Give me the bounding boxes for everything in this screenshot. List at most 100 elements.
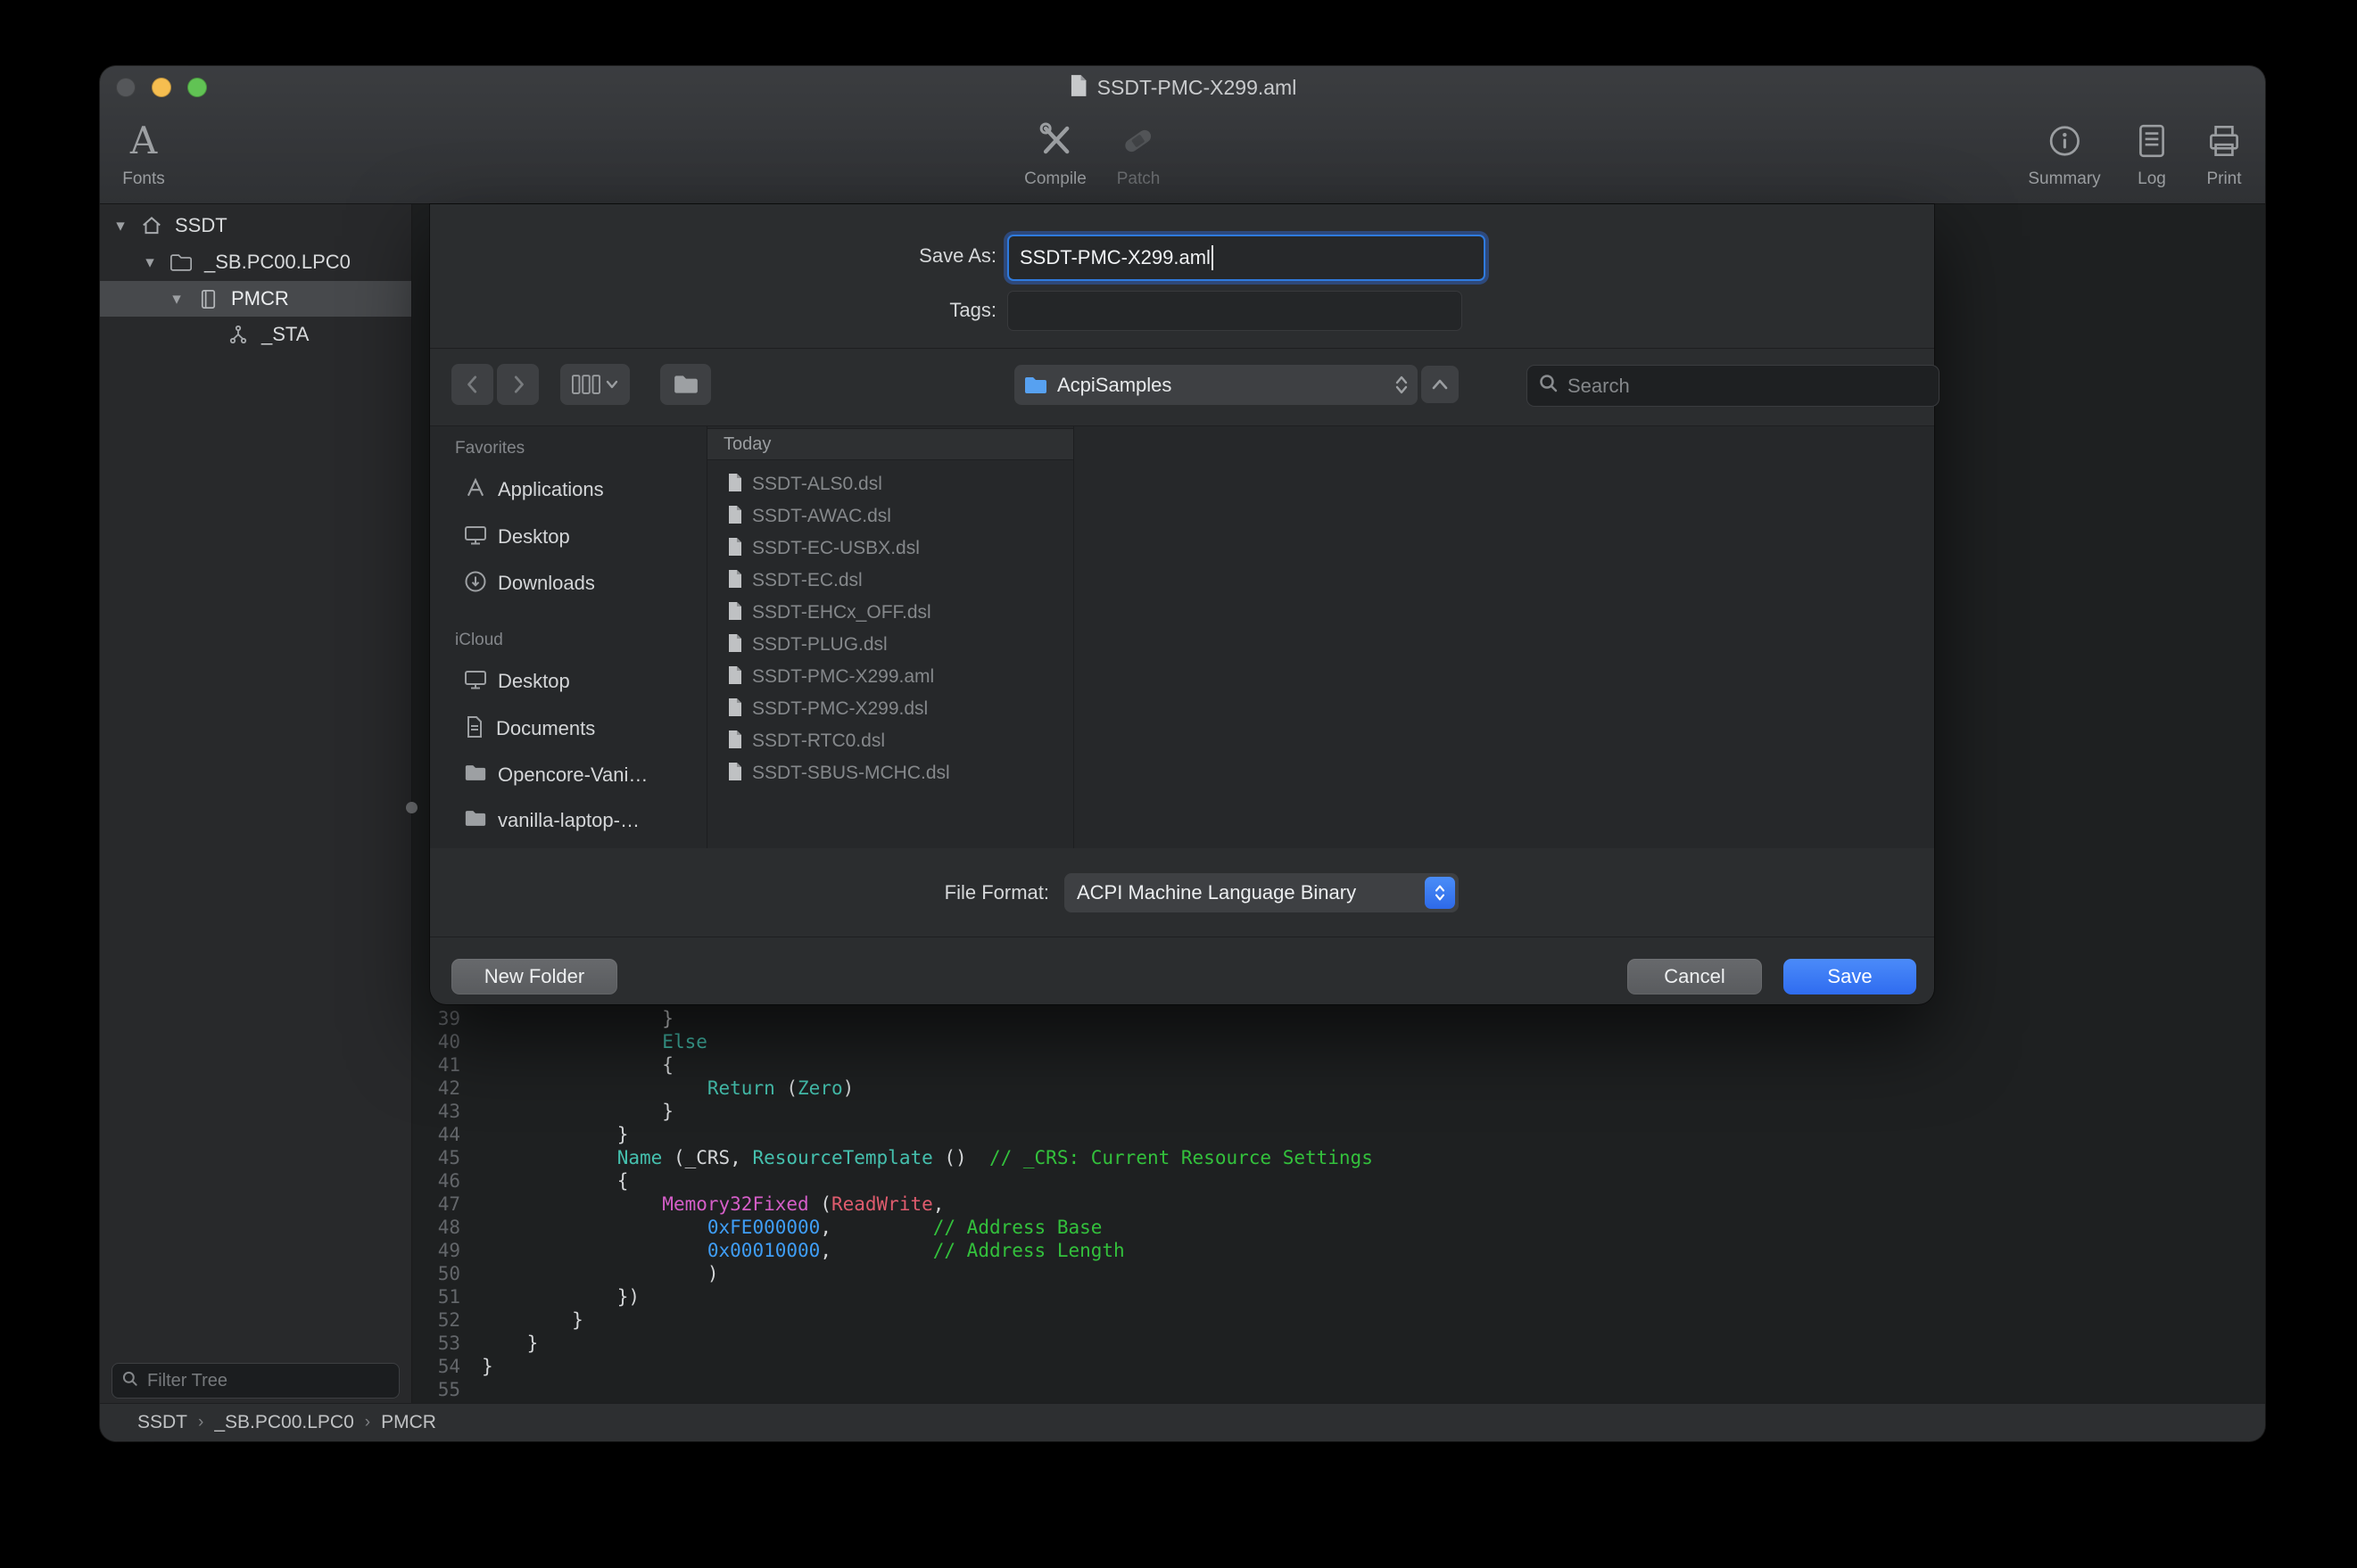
- sidebar-item-label: Downloads: [498, 572, 595, 595]
- file-row[interactable]: SSDT-EC.dsl: [707, 565, 1073, 597]
- line-number: 41: [412, 1053, 469, 1077]
- save-as-label: Save As:: [430, 235, 997, 277]
- file-row[interactable]: SSDT-RTC0.dsl: [707, 725, 1073, 757]
- file-icon: [727, 730, 743, 754]
- up-directory-button[interactable]: [1421, 366, 1459, 403]
- close-button[interactable]: [116, 78, 136, 97]
- compile-button[interactable]: Compile: [1024, 114, 1087, 189]
- file-icon: [727, 505, 743, 529]
- tags-input[interactable]: [1007, 291, 1462, 331]
- sidebar-item-applications[interactable]: Applications: [442, 470, 698, 509]
- sidebar-item-downloads[interactable]: Downloads: [442, 564, 698, 603]
- disclosure-triangle-icon[interactable]: ▾: [142, 252, 158, 273]
- splitter-handle[interactable]: [406, 802, 418, 813]
- file-row[interactable]: SSDT-PMC-X299.dsl: [707, 693, 1073, 725]
- view-mode-button[interactable]: [560, 364, 630, 405]
- line-number: 48: [412, 1216, 469, 1239]
- sidebar-item-vanilla-laptop[interactable]: vanilla-laptop-…: [442, 801, 698, 840]
- print-button[interactable]: Print: [2204, 114, 2245, 189]
- new-folder-toolbar-button[interactable]: [660, 364, 711, 405]
- chevron-down-icon: [606, 380, 618, 389]
- log-button[interactable]: Log: [2134, 114, 2170, 189]
- navigator-sidebar: ▾ SSDT ▾ _SB.PC00.LPC0 ▾ PMCR: [100, 204, 412, 1404]
- breadcrumb-item[interactable]: SSDT: [137, 1412, 187, 1433]
- file-format-popup[interactable]: ACPI Machine Language Binary: [1064, 873, 1459, 912]
- summary-button[interactable]: Summary: [2028, 114, 2100, 189]
- icloud-section-title: iCloud: [455, 631, 503, 650]
- sidebar-item-icloud-desktop[interactable]: Desktop: [442, 662, 698, 701]
- save-as-input[interactable]: SSDT-PMC-X299.aml: [1007, 235, 1485, 281]
- back-button[interactable]: [451, 364, 493, 405]
- line-number: 47: [412, 1193, 469, 1216]
- line-number: 45: [412, 1146, 469, 1169]
- minimize-button[interactable]: [152, 78, 171, 97]
- tree-item-ssdt[interactable]: ▾ SSDT: [100, 208, 411, 243]
- popup-chevrons-icon: [1425, 877, 1455, 909]
- file-group-header: Today: [707, 428, 1073, 460]
- titlebar[interactable]: SSDT-PMC-X299.aml A Fonts Compile: [100, 66, 2265, 204]
- tree-item-pmcr[interactable]: ▾ PMCR: [100, 281, 411, 317]
- sidebar-item-label: Opencore-Vani…: [498, 763, 648, 787]
- sidebar-item-label: Desktop: [498, 670, 570, 693]
- save-button[interactable]: Save: [1783, 959, 1916, 994]
- file-row[interactable]: SSDT-PLUG.dsl: [707, 629, 1073, 661]
- cancel-button[interactable]: Cancel: [1627, 959, 1762, 994]
- maciasl-window: SSDT-PMC-X299.aml A Fonts Compile: [100, 66, 2265, 1441]
- code-line: 53 }: [412, 1332, 2265, 1355]
- fonts-label: Fonts: [122, 169, 165, 189]
- file-name: SSDT-ALS0.dsl: [752, 474, 882, 495]
- breadcrumb-item[interactable]: PMCR: [381, 1412, 436, 1433]
- filter-placeholder: Filter Tree: [147, 1371, 227, 1391]
- file-icon: [727, 537, 743, 561]
- print-label: Print: [2206, 169, 2241, 189]
- sidebar-item-desktop[interactable]: Desktop: [442, 517, 698, 557]
- status-bar: SSDT › _SB.PC00.LPC0 › PMCR: [100, 1403, 2265, 1441]
- new-folder-button[interactable]: New Folder: [451, 959, 617, 994]
- breadcrumb-item[interactable]: _SB.PC00.LPC0: [214, 1412, 353, 1433]
- file-row[interactable]: SSDT-EC-USBX.dsl: [707, 532, 1073, 565]
- search-input[interactable]: Search: [1526, 365, 1939, 407]
- sidebar-item-documents[interactable]: Documents: [442, 709, 698, 748]
- chevron-left-icon: [464, 373, 482, 396]
- file-row[interactable]: SSDT-PMC-X299.aml: [707, 661, 1073, 693]
- sidebar-item-opencore-vanilla[interactable]: Opencore-Vani…: [442, 755, 698, 795]
- places-sidebar: Favorites Applications Desktop: [430, 426, 707, 848]
- file-name: SSDT-EC-USBX.dsl: [752, 538, 920, 559]
- file-browser: Favorites Applications Desktop: [430, 426, 1934, 848]
- file-row[interactable]: SSDT-SBUS-MCHC.dsl: [707, 757, 1073, 789]
- chevron-right-icon: [509, 373, 527, 396]
- file-row[interactable]: SSDT-AWAC.dsl: [707, 500, 1073, 532]
- file-format-label: File Format:: [430, 873, 1049, 912]
- device-icon: [195, 288, 220, 310]
- file-row[interactable]: SSDT-EHCx_OFF.dsl: [707, 597, 1073, 629]
- line-number: 52: [412, 1308, 469, 1332]
- location-popup[interactable]: AcpiSamples: [1014, 365, 1418, 405]
- forward-button[interactable]: [497, 364, 539, 405]
- desktop-icon: [464, 669, 487, 695]
- save-button-label: Save: [1827, 965, 1872, 988]
- code-line: 48 0xFE000000, // Address Base: [412, 1216, 2265, 1239]
- filter-tree-input[interactable]: Filter Tree: [112, 1363, 400, 1399]
- disclosure-triangle-icon[interactable]: ▾: [112, 216, 128, 236]
- compile-icon: [1034, 114, 1077, 168]
- file-row[interactable]: SSDT-ALS0.dsl: [707, 468, 1073, 500]
- zoom-button[interactable]: [187, 78, 207, 97]
- save-as-value: SSDT-PMC-X299.aml: [1020, 246, 1211, 269]
- folder-icon: [673, 374, 699, 395]
- file-name: SSDT-EHCx_OFF.dsl: [752, 602, 931, 623]
- patch-button[interactable]: Patch: [1117, 114, 1161, 189]
- file-icon: [727, 569, 743, 593]
- disclosure-triangle-icon[interactable]: ▾: [169, 289, 185, 309]
- code-line: 41 {: [412, 1053, 2265, 1077]
- file-name: SSDT-SBUS-MCHC.dsl: [752, 763, 950, 784]
- fonts-button[interactable]: A Fonts: [122, 114, 165, 189]
- file-name: SSDT-EC.dsl: [752, 570, 863, 591]
- chevron-up-icon: [1432, 379, 1448, 390]
- tree-item-sb-pc00-lpc0[interactable]: ▾ _SB.PC00.LPC0: [100, 244, 411, 280]
- tree-item-label: _STA: [261, 323, 309, 346]
- sidebar-item-label: Documents: [496, 717, 595, 740]
- column-divider: [1073, 426, 1074, 848]
- tree-item-sta[interactable]: _STA: [100, 317, 411, 352]
- line-number: 40: [412, 1030, 469, 1053]
- line-number: 53: [412, 1332, 469, 1355]
